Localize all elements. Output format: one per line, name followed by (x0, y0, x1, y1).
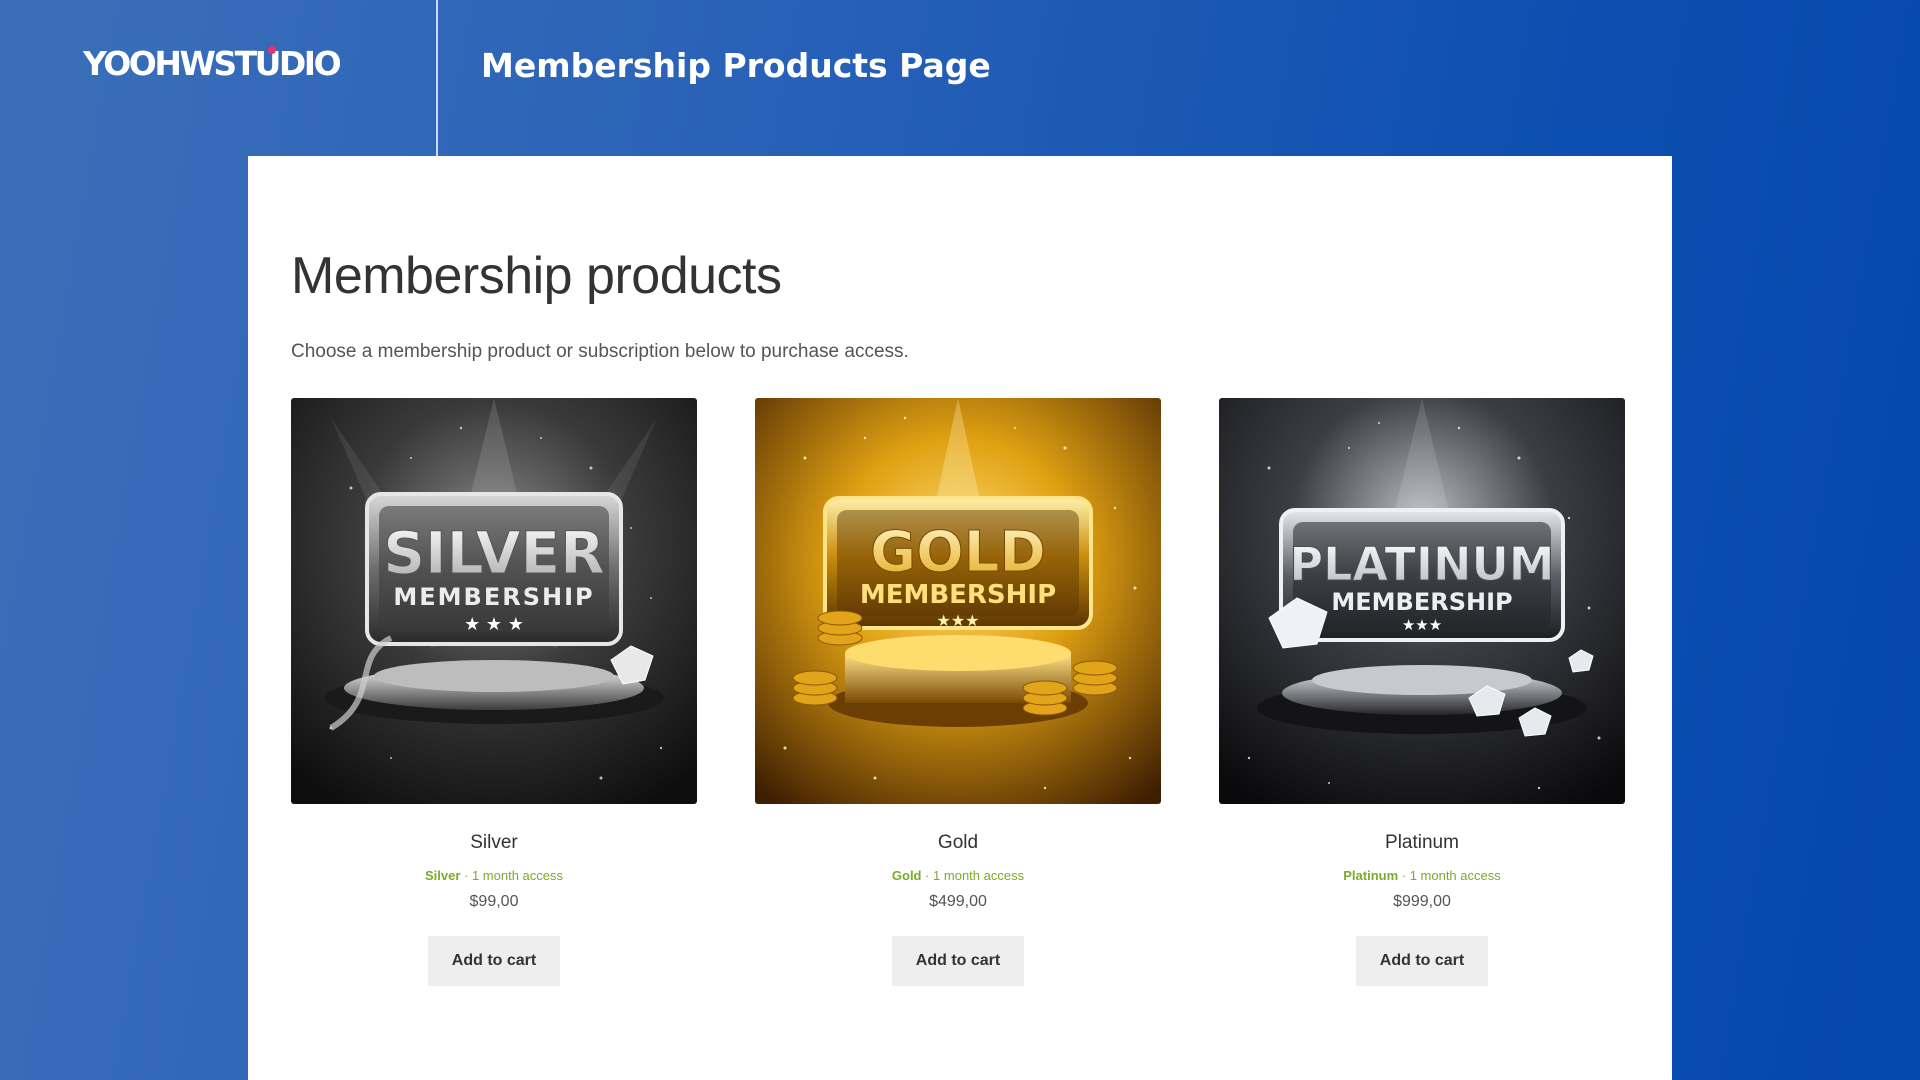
add-to-cart-button[interactable]: Add to cart (892, 936, 1024, 986)
content-panel: Membership products Choose a membership … (248, 156, 1672, 1080)
product-name[interactable]: Silver (291, 832, 697, 854)
add-to-cart-button[interactable]: Add to cart (1356, 936, 1488, 986)
access-duration: · 1 month access (460, 868, 564, 883)
logo[interactable]: YOOHWSTUDIO (83, 44, 342, 83)
svg-text:★★★: ★★★ (1402, 616, 1442, 634)
product-price: $99,00 (469, 893, 519, 910)
product-image-platinum[interactable]: PLATINUM MEMBERSHIP ★★★ (1219, 398, 1625, 804)
product-meta: Silver · 1 month access (291, 868, 697, 883)
silver-membership-image: SILVER MEMBERSHIP ★ ★ ★ (291, 398, 697, 804)
top-bar: YOOHWSTUDIO Membership Products Page (0, 0, 1920, 156)
plan-name: Silver (424, 868, 461, 883)
product-card-gold: GOLD MEMBERSHIP ★★★ Gold Gold · 1 month … (755, 398, 1161, 986)
product-meta: Gold · 1 month access (755, 868, 1161, 883)
svg-text:MEMBERSHIP: MEMBERSHIP (393, 583, 594, 611)
platinum-membership-image: PLATINUM MEMBERSHIP ★★★ (1219, 398, 1625, 804)
add-to-cart-button[interactable]: Add to cart (428, 936, 560, 986)
product-price: $499,00 (929, 893, 987, 910)
product-name[interactable]: Gold (755, 832, 1161, 854)
svg-text:SILVER: SILVER (383, 519, 605, 587)
product-image-gold[interactable]: GOLD MEMBERSHIP ★★★ (755, 398, 1161, 804)
product-price: $999,00 (1393, 893, 1451, 910)
svg-text:★★★: ★★★ (936, 611, 979, 630)
svg-text:★ ★ ★: ★ ★ ★ (464, 614, 524, 635)
page-intro: Choose a membership product or subscript… (291, 341, 909, 362)
plan-name: Platinum (1343, 868, 1399, 883)
product-meta: Platinum · 1 month access (1219, 868, 1625, 883)
header-divider (436, 0, 438, 156)
page-title: Membership products (291, 247, 782, 305)
access-duration: · 1 month access (1398, 868, 1501, 883)
svg-text:PLATINUM: PLATINUM (1289, 537, 1554, 591)
logo-dot (268, 46, 276, 54)
product-image-silver[interactable]: SILVER MEMBERSHIP ★ ★ ★ (291, 398, 697, 804)
svg-text:GOLD: GOLD (870, 520, 1046, 585)
product-name[interactable]: Platinum (1219, 832, 1625, 854)
access-duration: · 1 month access (921, 868, 1025, 883)
gold-membership-image: GOLD MEMBERSHIP ★★★ (755, 398, 1161, 804)
svg-text:MEMBERSHIP: MEMBERSHIP (860, 580, 1056, 610)
product-card-silver: SILVER MEMBERSHIP ★ ★ ★ Silver Silver · … (291, 398, 697, 986)
plan-name: Gold (891, 868, 922, 883)
header-title: Membership Products Page (481, 46, 991, 85)
svg-text:MEMBERSHIP: MEMBERSHIP (1331, 588, 1512, 616)
product-card-platinum: PLATINUM MEMBERSHIP ★★★ Platinum Platinu… (1219, 398, 1625, 986)
